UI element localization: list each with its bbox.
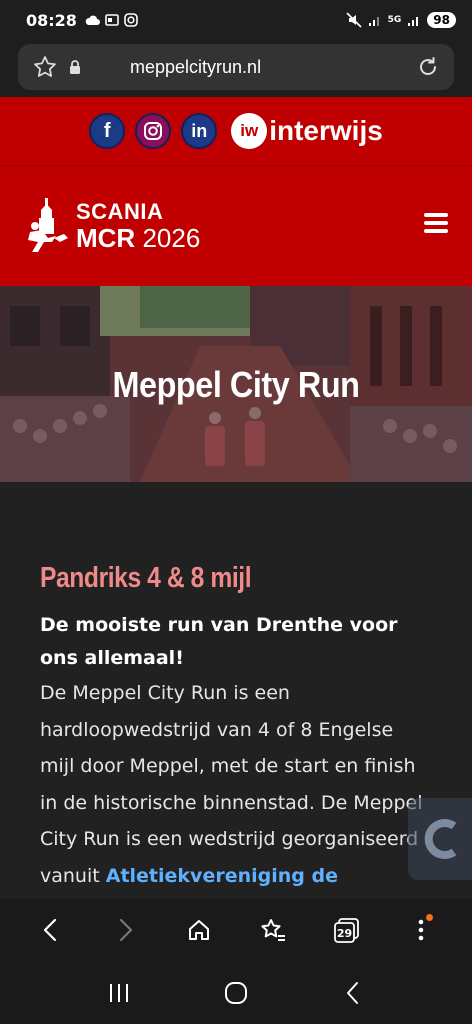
lead-text: De mooiste run van Drenthe voor ons alle… (40, 614, 398, 669)
recent-apps-icon (109, 984, 128, 1002)
site-header: SCANIA MCR 2026 (0, 165, 472, 286)
news-icon (105, 14, 119, 26)
logo-event-name: MCR (76, 223, 136, 253)
recent-apps-button[interactable] (97, 971, 141, 1015)
chat-widget-icon (424, 819, 457, 859)
instagram-notification-icon (124, 13, 138, 27)
main-content: Pandriks 4 & 8 mijl De mooiste run van D… (0, 482, 472, 898)
linkedin-icon: in (191, 120, 208, 141)
signal-icon-2 (408, 17, 419, 26)
mute-icon (346, 12, 362, 28)
menu-hamburger-icon[interactable] (424, 213, 448, 233)
cloud-icon (85, 15, 100, 25)
instagram-icon (144, 122, 163, 140)
site-logo[interactable]: SCANIA MCR 2026 (26, 196, 200, 256)
tabs-button[interactable]: 29 (325, 908, 369, 952)
bookmarks-button[interactable] (251, 908, 295, 952)
forward-arrow-icon (119, 918, 133, 942)
forward-button[interactable] (103, 908, 147, 952)
logo-brand: SCANIA (76, 199, 164, 224)
interwijs-label: interwijs (269, 115, 383, 146)
church-runner-logo-icon (28, 198, 68, 252)
url-text[interactable]: meppelcityrun.nl (130, 57, 416, 78)
facebook-icon: f (103, 119, 111, 142)
bookmark-star-icon[interactable] (32, 54, 58, 80)
instagram-link[interactable] (135, 113, 172, 149)
browser-address-area: meppelcityrun.nl (0, 40, 472, 96)
logo-event-year: 2026 (135, 223, 201, 253)
system-nav-bar (0, 962, 472, 1024)
intro-text: De Meppel City Run is een hardloopwedstr… (40, 682, 423, 887)
notification-dot (426, 914, 433, 921)
tabs-count: 29 (337, 927, 352, 940)
lock-icon (70, 60, 80, 74)
system-home-icon (224, 982, 247, 1004)
notification-icons (85, 13, 138, 27)
linkedin-link[interactable]: in (181, 113, 218, 149)
status-bar: 08:28 5G 98 (0, 0, 472, 40)
hero-banner: Meppel City Run (0, 286, 472, 482)
home-icon (189, 920, 209, 940)
floating-chat-widget[interactable] (408, 798, 472, 880)
page-title: Meppel City Run (112, 364, 360, 405)
interwijs-link[interactable]: iw interwijs (231, 113, 383, 149)
more-vertical-icon (418, 919, 424, 941)
event-subtitle: Pandriks 4 & 8 mijl (40, 562, 252, 594)
tabs-icon: 29 (334, 918, 359, 943)
system-back-button[interactable] (331, 971, 375, 1015)
browser-toolbar: 29 (0, 898, 472, 962)
address-bar[interactable]: meppelcityrun.nl (18, 44, 454, 90)
reload-icon[interactable] (416, 55, 440, 79)
signal-icon (368, 17, 379, 26)
back-arrow-icon (43, 918, 57, 942)
more-menu-button[interactable] (399, 908, 443, 952)
system-home-button[interactable] (214, 971, 258, 1015)
status-right: 5G 98 (346, 12, 456, 28)
back-button[interactable] (29, 908, 73, 952)
social-bar: f in iw interwijs (0, 97, 472, 165)
facebook-link[interactable]: f (89, 113, 126, 149)
home-button[interactable] (177, 908, 221, 952)
status-time: 08:28 (26, 10, 77, 30)
bookmarks-star-icon (261, 919, 285, 941)
system-back-icon (347, 982, 359, 1004)
network-label: 5G (387, 14, 402, 25)
battery-indicator: 98 (427, 12, 456, 28)
intro-paragraph: De Meppel City Run is een hardloopwedstr… (40, 675, 432, 898)
interwijs-logo-icon: iw (231, 113, 268, 149)
logo-event: MCR 2026 (76, 225, 200, 251)
logo-text: SCANIA MCR 2026 (76, 199, 200, 252)
